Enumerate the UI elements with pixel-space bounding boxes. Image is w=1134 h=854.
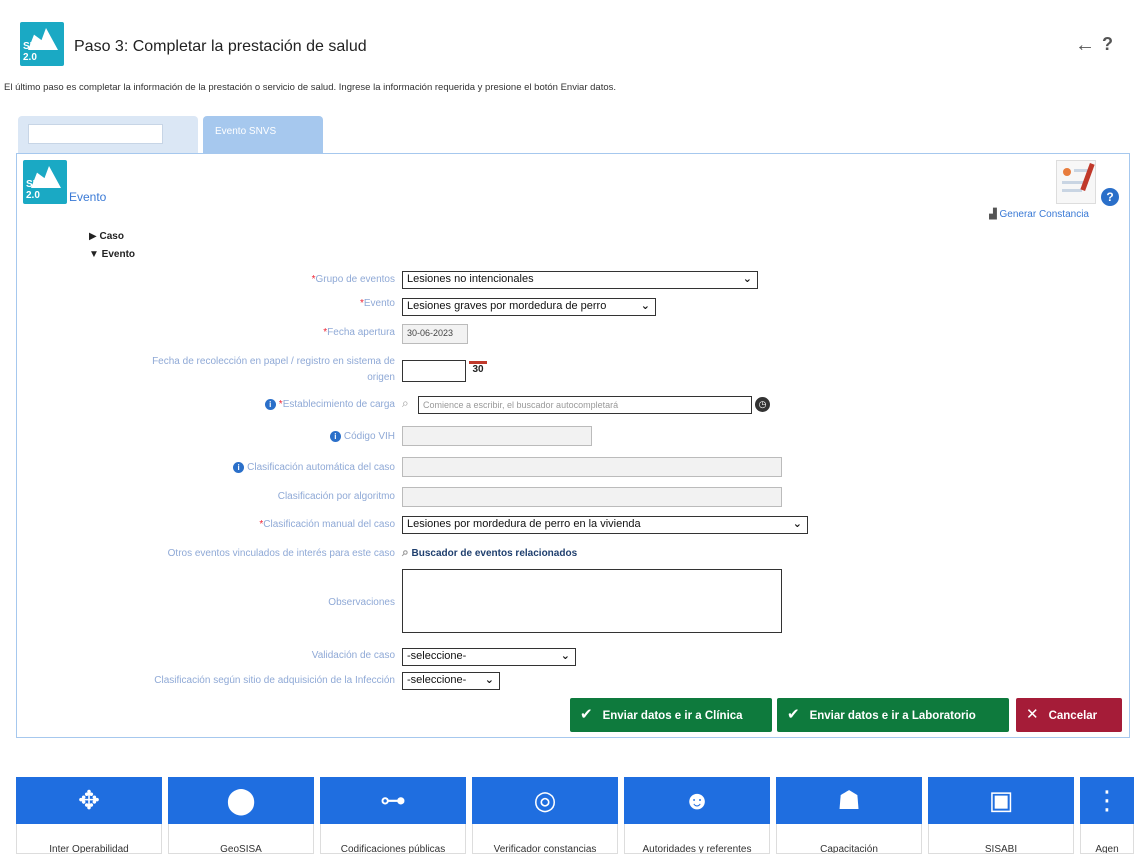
otros-label: Otros eventos vinculados de interés para… [167, 548, 395, 559]
evento-label: *Evento [359, 298, 395, 309]
clasif-algoritmo-field [402, 487, 782, 507]
chevron-down-icon: ⌄ [640, 300, 650, 312]
barcode-search-icon: ◎ [472, 777, 618, 824]
sitio-label: Clasificación según sitio de adquisición… [154, 675, 395, 686]
clasif-auto-field [402, 457, 782, 477]
info-icon[interactable]: i [233, 462, 245, 473]
grupo-select[interactable]: Lesiones no intencionales ⌄ [402, 271, 758, 289]
back-arrow-icon[interactable]: ← [1075, 34, 1095, 57]
tile-label: GeoSISA [168, 824, 314, 854]
chevron-down-icon: ⌄ [792, 518, 802, 530]
snvs-logo: SNVS 2.0 [20, 22, 64, 66]
people-icon: ☻ [624, 777, 770, 824]
tree-node-caso[interactable]: ▶ Caso [89, 231, 124, 242]
map-pin-icon: ⬤ [168, 777, 314, 824]
tree-node-evento[interactable]: ▼ Evento [89, 249, 135, 260]
logo-text: SNVS 2.0 [26, 179, 54, 201]
monitor-chart-icon: ▣ [928, 777, 1074, 824]
tile-verificador[interactable]: ◎ Verificador constancias [472, 777, 618, 854]
info-icon[interactable]: i [329, 431, 341, 442]
tile-agenda[interactable]: ⋮ Agen [1080, 777, 1134, 854]
evento-select[interactable]: Lesiones graves por mordedura de perro ⌄ [402, 298, 656, 316]
info-icon[interactable]: i [264, 399, 276, 410]
tab-blank[interactable] [18, 116, 198, 154]
codigo-vih-field [402, 426, 592, 446]
observaciones-textarea[interactable] [402, 569, 782, 633]
tile-label: Verificador constancias [472, 824, 618, 854]
more-icon: ⋮ [1080, 777, 1134, 824]
tile-label: Agen [1080, 824, 1134, 854]
tab-blank-field [28, 124, 163, 144]
validacion-label: Validación de caso [311, 650, 395, 661]
help-icon[interactable]: ? [1102, 34, 1113, 55]
fecha-apertura-field: 30-06-2023 [402, 324, 468, 344]
logo-text: SNVS 2.0 [23, 41, 51, 63]
chevron-down-icon: ⌄ [742, 273, 752, 285]
close-icon: ✕ [1026, 706, 1039, 723]
intro-text: El último paso es completar la informaci… [4, 82, 617, 93]
page-title: Paso 3: Completar la prestación de salud [74, 38, 367, 55]
clasif-auto-label: i Clasificación automática del caso [233, 462, 395, 473]
check-icon: ✔ [787, 706, 800, 723]
printer-icon: ▟ [989, 209, 997, 220]
validacion-select[interactable]: -seleccione- ⌄ [402, 648, 576, 666]
cancel-button[interactable]: ✕ Cancelar [1016, 698, 1122, 732]
puzzle-icon: ✥ [16, 777, 162, 824]
chevron-down-icon: ⌄ [484, 674, 494, 686]
clasif-manual-value: Lesiones por mordedura de perro en la vi… [407, 518, 641, 530]
related-events-search[interactable]: ⌕ Buscador de eventos relacionados [402, 545, 577, 560]
establecimiento-label: i *Establecimiento de carga [264, 399, 395, 410]
clock-icon[interactable]: ◷ [755, 397, 770, 412]
snvs-logo: SNVS 2.0 [23, 160, 67, 204]
certificate-icon[interactable] [1056, 160, 1096, 204]
tree-icon: ⊶ [320, 777, 466, 824]
help-icon[interactable]: ? [1101, 188, 1119, 206]
tile-label: Capacitación [776, 824, 922, 854]
generate-certificate-link[interactable]: ▟ Generar Constancia [989, 209, 1089, 220]
tile-label: Autoridades y referentes [624, 824, 770, 854]
generate-certificate-label: Generar Constancia [999, 209, 1089, 220]
tile-codificaciones[interactable]: ⊶ Codificaciones públicas [320, 777, 466, 854]
tile-label: Codificaciones públicas [320, 824, 466, 854]
clasif-manual-label: *Clasificación manual del caso [259, 519, 395, 530]
tile-label: Inter Operabilidad [16, 824, 162, 854]
sitio-value: -seleccione- [407, 674, 467, 686]
fecha-apertura-label: *Fecha apertura [323, 327, 395, 338]
graduate-icon: ☗ [776, 777, 922, 824]
check-icon: ✔ [580, 706, 593, 723]
related-events-link: Buscador de eventos relacionados [411, 548, 578, 559]
section-title: Evento [69, 190, 107, 204]
tile-autoridades[interactable]: ☻ Autoridades y referentes [624, 777, 770, 854]
tile-sisabi[interactable]: ▣ SISABI [928, 777, 1074, 854]
codigo-vih-label: i Código VIH [329, 431, 395, 442]
search-icon: ⌕ [402, 545, 409, 559]
fecha-recoleccion-input[interactable] [402, 360, 466, 382]
send-laboratorio-button[interactable]: ✔ Enviar datos e ir a Laboratorio [777, 698, 1009, 732]
clasif-manual-select[interactable]: Lesiones por mordedura de perro en la vi… [402, 516, 808, 534]
grupo-value: Lesiones no intencionales [407, 273, 534, 285]
grupo-label: *Grupo de eventos [311, 274, 395, 285]
sitio-select[interactable]: -seleccione- ⌄ [402, 672, 500, 690]
tile-label: SISABI [928, 824, 1074, 854]
chevron-down-icon: ⌄ [560, 650, 570, 662]
search-icon: ⌕ [402, 396, 409, 410]
tab-evento-snvs[interactable]: Evento SNVS [203, 116, 323, 154]
clasif-algoritmo-label: Clasificación por algoritmo [277, 491, 395, 502]
tile-capacitacion[interactable]: ☗ Capacitación [776, 777, 922, 854]
validacion-value: -seleccione- [407, 650, 467, 662]
tile-geosisa[interactable]: ⬤ GeoSISA [168, 777, 314, 854]
fecha-recoleccion-label: Fecha de recolección en papel / registro… [152, 356, 395, 383]
observaciones-label: Observaciones [328, 597, 395, 608]
send-clinica-button[interactable]: ✔ Enviar datos e ir a Clínica [570, 698, 772, 732]
evento-value: Lesiones graves por mordedura de perro [407, 300, 607, 312]
tile-interoperabilidad[interactable]: ✥ Inter Operabilidad [16, 777, 162, 854]
app-tiles: ✥ Inter Operabilidad ⬤ GeoSISA ⊶ Codific… [16, 777, 1134, 854]
calendar-icon[interactable]: 30 [469, 361, 487, 379]
establecimiento-input[interactable]: Comience a escribir, el buscador autocom… [418, 396, 752, 414]
event-panel: SNVS 2.0 Evento ? ▟ Generar Constancia ▶… [16, 153, 1130, 738]
